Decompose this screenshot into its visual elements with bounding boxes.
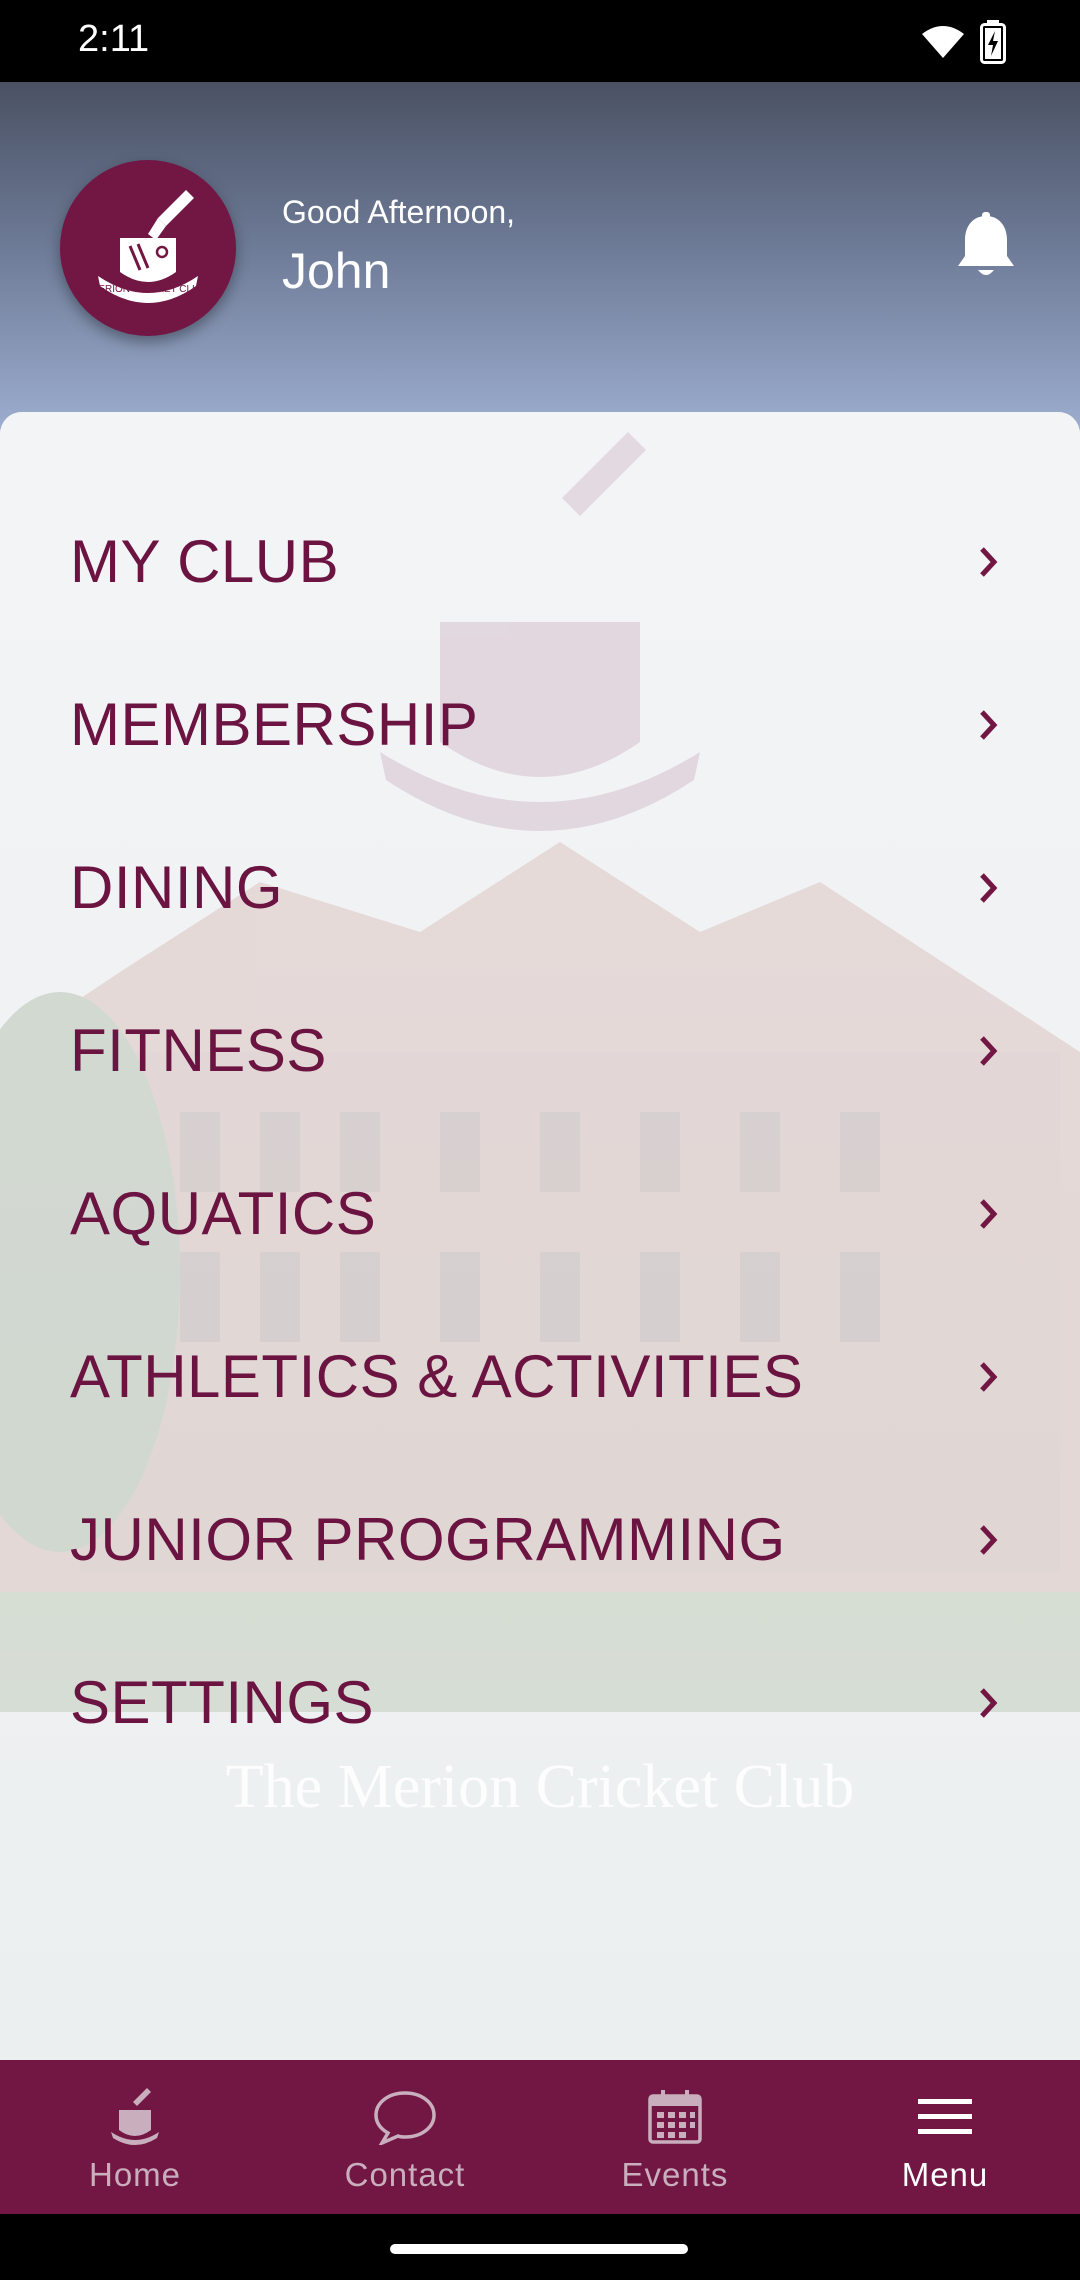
menu-item-label: ATHLETICS & ACTIVITIES <box>70 1343 804 1410</box>
chevron-right-icon <box>980 1361 998 1392</box>
nav-label: Home <box>88 2156 182 2193</box>
menu-item-label: FITNESS <box>70 1017 327 1084</box>
club-logo[interactable]: MERION CRICKET CLUB <box>60 160 236 336</box>
chevron-right-icon <box>980 709 998 740</box>
chevron-right-icon <box>980 872 998 903</box>
battery-charging-icon <box>980 20 1006 69</box>
calendar-icon <box>647 2084 703 2150</box>
nav-contact[interactable]: Contact <box>270 2060 540 2214</box>
status-bar: 2:11 <box>0 0 1080 82</box>
menu-item-label: AQUATICS <box>70 1180 377 1247</box>
menu-item-junior-programming[interactable]: JUNIOR PROGRAMMING <box>0 1458 1080 1621</box>
nav-label: Contact <box>344 2156 466 2193</box>
menu-item-athletics-activities[interactable]: ATHLETICS & ACTIVITIES <box>0 1295 1080 1458</box>
chevron-right-icon <box>980 1687 998 1718</box>
notifications-bell-icon[interactable] <box>955 212 1017 285</box>
menu-item-my-club[interactable]: MY CLUB <box>0 480 1080 643</box>
club-logo-icon <box>107 2084 163 2150</box>
nav-events[interactable]: Events <box>540 2060 810 2214</box>
menu-item-fitness[interactable]: FITNESS <box>0 969 1080 1132</box>
system-gesture-area <box>0 2214 1080 2280</box>
background-caption: The Merion Cricket Club <box>225 1753 855 1821</box>
user-name: John <box>282 243 391 299</box>
main-menu-panel: MY CLUB MEMBERSHIP DINING FITNESS AQUATI… <box>0 412 1080 2060</box>
club-crest-icon: MERION CRICKET CLUB <box>90 190 206 303</box>
menu-item-dining[interactable]: DINING <box>0 806 1080 969</box>
menu-item-label: MEMBERSHIP <box>70 691 479 758</box>
nav-label: Menu <box>901 2156 989 2193</box>
greeting-text: Good Afternoon, <box>282 194 516 230</box>
chevron-right-icon <box>980 1524 998 1555</box>
chevron-right-icon <box>980 546 998 577</box>
menu-item-label: DINING <box>70 854 283 921</box>
hamburger-menu-icon <box>918 2084 972 2150</box>
nav-menu[interactable]: Menu <box>810 2060 1080 2214</box>
menu-list: MY CLUB MEMBERSHIP DINING FITNESS AQUATI… <box>0 480 1080 1784</box>
nav-home[interactable]: Home <box>0 2060 270 2214</box>
logo-text: MERION CRICKET CLUB <box>90 284 206 295</box>
menu-item-aquatics[interactable]: AQUATICS <box>0 1132 1080 1295</box>
chat-bubble-icon <box>372 2084 438 2150</box>
greeting-header: MERION CRICKET CLUB Good Afternoon, John <box>0 82 1080 442</box>
nav-label: Events <box>621 2156 729 2193</box>
menu-item-label: JUNIOR PROGRAMMING <box>70 1506 786 1573</box>
chevron-right-icon <box>980 1035 998 1066</box>
wifi-icon <box>920 24 966 65</box>
chevron-right-icon <box>980 1198 998 1229</box>
bottom-navigation: Home Contact Events Menu <box>0 2060 1080 2214</box>
home-gesture-bar[interactable] <box>390 2244 688 2254</box>
menu-item-label: MY CLUB <box>70 528 340 595</box>
menu-item-label: SETTINGS <box>70 1669 375 1736</box>
status-time: 2:11 <box>78 18 150 60</box>
menu-item-membership[interactable]: MEMBERSHIP <box>0 643 1080 806</box>
